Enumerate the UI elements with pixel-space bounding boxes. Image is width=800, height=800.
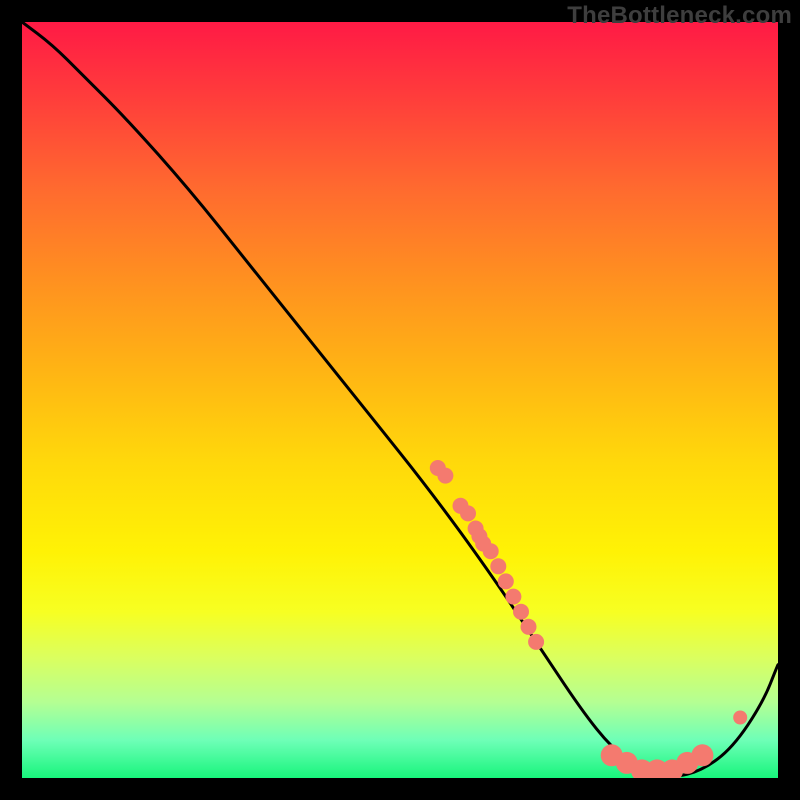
- scatter-point: [460, 505, 476, 521]
- chart-svg: [22, 22, 778, 778]
- scatter-point: [498, 573, 514, 589]
- scatter-point: [505, 589, 521, 605]
- scatter-point: [528, 634, 544, 650]
- plot-area: [22, 22, 778, 778]
- curve-layer: [22, 22, 778, 776]
- bottleneck-curve-path: [22, 22, 778, 776]
- scatter-layer: [430, 460, 747, 778]
- scatter-point: [513, 604, 529, 620]
- scatter-point: [490, 558, 506, 574]
- scatter-point: [521, 619, 537, 635]
- scatter-point: [733, 711, 747, 725]
- watermark-text: TheBottleneck.com: [567, 2, 792, 30]
- scatter-point: [437, 468, 453, 484]
- chart-frame: TheBottleneck.com: [0, 0, 800, 800]
- scatter-point: [483, 543, 499, 559]
- scatter-point: [691, 744, 713, 766]
